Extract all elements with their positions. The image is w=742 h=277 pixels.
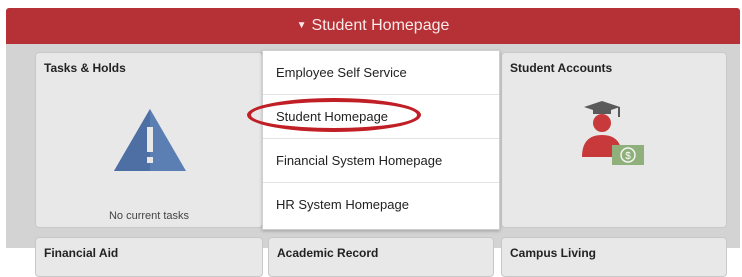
academic-record-tile[interactable]: Academic Record: [268, 237, 494, 277]
homepage-selector[interactable]: ▼ Student Homepage: [6, 17, 740, 35]
graduate-money-icon: $: [582, 101, 644, 165]
homepage-title: Student Homepage: [311, 17, 450, 34]
menu-item-student-homepage[interactable]: Student Homepage: [263, 95, 499, 139]
tile-status: No current tasks: [108, 210, 190, 222]
financial-aid-tile[interactable]: Financial Aid: [35, 237, 263, 277]
homepage-header-bar: ▼ Student Homepage: [6, 8, 740, 44]
menu-item-financial-system-homepage[interactable]: Financial System Homepage: [263, 139, 499, 183]
warning-triangle-icon: [114, 109, 186, 171]
menu-item-employee-self-service[interactable]: Employee Self Service: [263, 51, 499, 95]
tile-title: Tasks & Holds: [44, 61, 126, 75]
tasks-holds-tile[interactable]: Tasks & Holds No current tasks: [35, 52, 263, 228]
caret-down-icon: ▼: [296, 20, 307, 31]
student-accounts-tile[interactable]: Student Accounts $: [501, 52, 727, 228]
svg-text:$: $: [625, 151, 631, 162]
tile-title: Financial Aid: [44, 246, 119, 260]
homepage-dropdown-menu: Employee Self Service Student Homepage F…: [262, 50, 500, 230]
tile-title: Academic Record: [277, 246, 379, 260]
tile-title: Student Accounts: [510, 61, 613, 75]
menu-item-hr-system-homepage[interactable]: HR System Homepage: [263, 183, 499, 227]
campus-living-tile[interactable]: Campus Living: [501, 237, 727, 277]
tile-title: Campus Living: [510, 246, 597, 260]
